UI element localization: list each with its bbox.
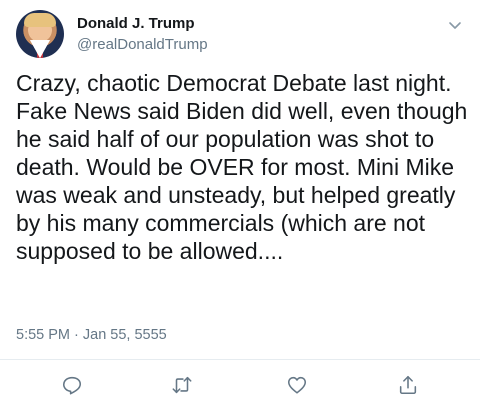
tweet-timestamp[interactable]: 5:55 PM · Jan 55, 5555 [16,325,167,345]
tweet-header: Donald J. Trump @realDonaldTrump [16,10,464,62]
author-info: Donald J. Trump @realDonaldTrump [77,15,208,55]
retweet-icon [172,376,192,394]
reply-button[interactable] [59,372,85,398]
like-button[interactable] [284,372,310,398]
divider [0,359,480,360]
retweet-button[interactable] [169,372,195,398]
avatar[interactable] [16,10,64,58]
share-icon [399,375,417,395]
tweet-card: Donald J. Trump @realDonaldTrump Crazy, … [0,0,480,410]
display-name[interactable]: Donald J. Trump [77,15,208,33]
avatar-tie [37,44,43,58]
user-handle[interactable]: @realDonaldTrump [77,35,208,55]
share-button[interactable] [395,372,421,398]
chevron-down-icon[interactable] [447,17,463,33]
tweet-text: Crazy, chaotic Democrat Debate last nigh… [16,70,468,264]
heart-icon [287,376,307,394]
tweet-actions [0,372,480,398]
reply-icon [62,376,82,395]
